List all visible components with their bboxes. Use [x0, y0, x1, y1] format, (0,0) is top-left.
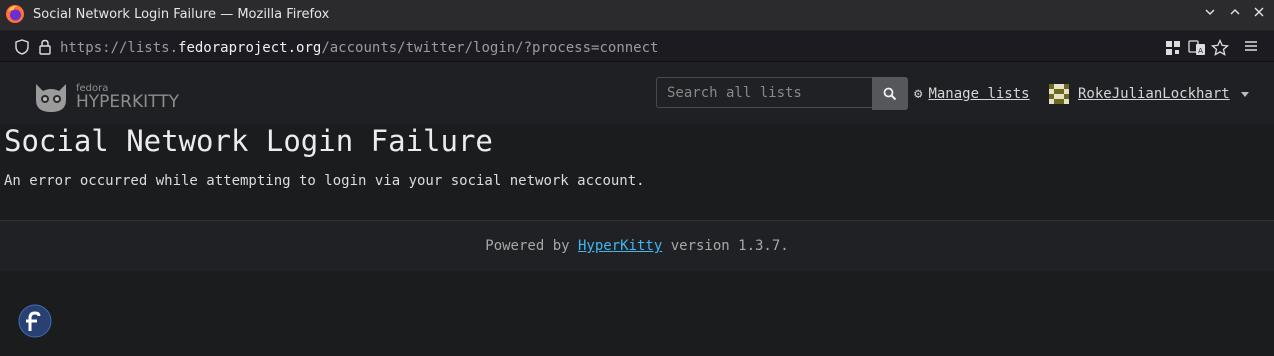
url-path: /accounts/twitter/login/?process=connect — [321, 40, 659, 56]
bookmark-star-icon[interactable] — [1211, 39, 1229, 57]
lock-icon[interactable] — [38, 39, 52, 55]
error-message: An error occurred while attempting to lo… — [4, 173, 645, 189]
search-input[interactable]: Search all lists — [656, 77, 872, 108]
manage-lists-link[interactable]: ⚙ Manage lists — [914, 86, 1030, 102]
qr-code-icon[interactable] — [1164, 39, 1182, 57]
powered-by-label: Powered by — [485, 238, 578, 254]
chevron-down-icon — [1241, 92, 1249, 97]
page-title: Social Network Login Failure — [4, 124, 493, 158]
close-icon[interactable] — [1250, 5, 1268, 23]
menu-icon[interactable] — [1242, 37, 1260, 55]
site-header: fedora HYPERKITTY Search all lists ⚙ Mana… — [0, 62, 1274, 124]
maximize-icon[interactable] — [1226, 5, 1244, 23]
manage-lists-label: Manage lists — [928, 86, 1030, 102]
firefox-icon — [6, 5, 24, 23]
version-label: version 1.3.7. — [662, 238, 789, 254]
logo-big-text: HYPERKITTY — [76, 92, 180, 112]
navigation-toolbar: https://lists.fedoraproject.org/accounts… — [0, 31, 1274, 62]
url-prefix: https://lists. — [60, 40, 179, 56]
svg-text:A: A — [1198, 47, 1203, 55]
window-title: Social Network Login Failure — Mozilla F… — [33, 7, 330, 22]
gear-icon: ⚙ — [914, 86, 923, 102]
footer: Powered by HyperKitty version 1.3.7. — [0, 220, 1274, 271]
minimize-icon[interactable] — [1201, 5, 1219, 23]
search-icon — [883, 87, 897, 101]
url-host: fedoraproject.org — [178, 40, 322, 56]
hyperkitty-logo[interactable]: fedora HYPERKITTY — [34, 80, 194, 114]
translate-icon[interactable]: A — [1188, 39, 1206, 57]
window-titlebar: Social Network Login Failure — Mozilla F… — [0, 0, 1274, 31]
address-bar[interactable]: https://lists.fedoraproject.org/accounts… — [4, 33, 1232, 59]
fedora-logo-icon[interactable] — [18, 304, 52, 338]
shield-icon[interactable] — [14, 39, 30, 55]
search-button[interactable] — [872, 77, 908, 110]
avatar — [1049, 84, 1069, 104]
username-label: RokeJulianLockhart — [1078, 86, 1230, 102]
footer-text: Powered by HyperKitty version 1.3.7. — [0, 238, 1274, 254]
url-text[interactable]: https://lists.fedoraproject.org/accounts… — [60, 40, 658, 56]
hyperkitty-link[interactable]: HyperKitty — [578, 238, 662, 254]
